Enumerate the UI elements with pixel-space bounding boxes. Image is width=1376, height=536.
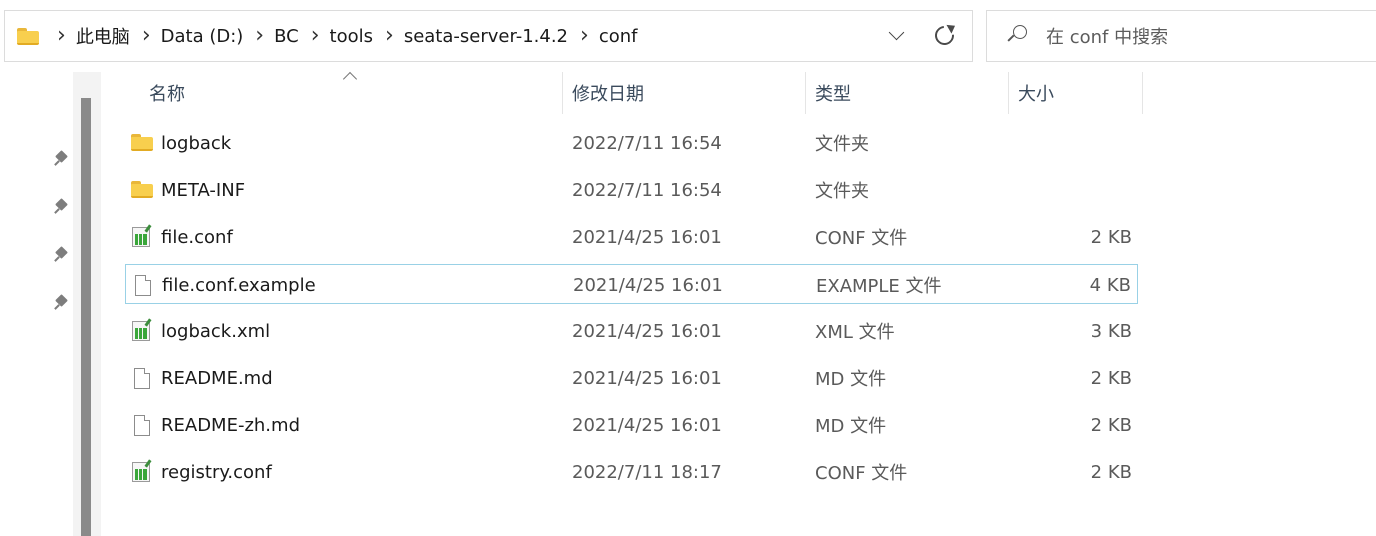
file-name: logback.xml (161, 320, 271, 342)
file-date: 2022/7/11 18:17 (572, 461, 722, 483)
chevron-right-icon[interactable] (142, 24, 151, 49)
blank-file-icon (132, 274, 154, 296)
conf-file-icon (131, 224, 153, 248)
column-header-type[interactable]: 类型 (815, 72, 851, 114)
file-date: 2022/7/11 16:54 (572, 179, 722, 201)
pin-icon[interactable] (52, 150, 68, 168)
file-type: XML 文件 (815, 322, 895, 343)
chevron-right-icon[interactable] (57, 24, 66, 49)
search-input[interactable]: 在 conf 中搜索 (986, 10, 1376, 62)
chevron-right-icon[interactable] (580, 24, 589, 49)
column-divider[interactable] (1142, 72, 1143, 114)
file-row[interactable]: file.conf 2021/4/25 16:01 CONF 文件 2 KB (125, 217, 1138, 257)
breadcrumb-item[interactable]: BC (274, 26, 299, 47)
file-row[interactable]: README.md 2021/4/25 16:01 MD 文件 2 KB (125, 358, 1138, 398)
file-row[interactable]: registry.conf 2022/7/11 18:17 CONF 文件 2 KB (125, 452, 1138, 492)
file-type: CONF 文件 (815, 463, 908, 484)
pin-icon[interactable] (52, 294, 68, 312)
file-name: file.conf.example (162, 274, 316, 296)
refresh-icon[interactable] (931, 21, 958, 49)
file-explorer-window: 此电脑 Data (D:) BC tools seata-server-1.4.… (0, 0, 1376, 536)
pin-icon[interactable] (52, 246, 68, 264)
pin-icon[interactable] (52, 198, 68, 216)
file-type: 文件夹 (815, 134, 869, 155)
file-type: MD 文件 (815, 369, 887, 390)
column-divider[interactable] (805, 72, 806, 114)
file-name: registry.conf (161, 461, 272, 483)
file-row[interactable]: logback.xml 2021/4/25 16:01 XML 文件 3 KB (125, 311, 1138, 351)
sort-ascending-icon (342, 71, 358, 87)
file-name: file.conf (161, 226, 233, 248)
file-type: MD 文件 (815, 416, 887, 437)
column-divider[interactable] (562, 72, 563, 114)
chevron-right-icon[interactable] (311, 24, 320, 49)
file-name: META-INF (161, 179, 246, 201)
column-header-size[interactable]: 大小 (1018, 72, 1054, 114)
folder-icon (131, 132, 153, 154)
file-row[interactable]: README-zh.md 2021/4/25 16:01 MD 文件 2 KB (125, 405, 1138, 445)
breadcrumb-item[interactable]: conf (599, 26, 638, 47)
breadcrumb-item[interactable]: tools (330, 26, 373, 47)
file-date: 2021/4/25 16:01 (572, 367, 722, 389)
file-date: 2021/4/25 16:01 (572, 320, 722, 342)
file-size: 3 KB (1090, 320, 1132, 342)
file-size: 2 KB (1090, 461, 1132, 483)
search-icon (1007, 25, 1029, 47)
breadcrumb-item[interactable]: seata-server-1.4.2 (404, 26, 568, 47)
folder-icon (131, 179, 153, 201)
file-date: 2022/7/11 16:54 (572, 132, 722, 154)
file-name: README.md (161, 367, 273, 389)
file-row[interactable]: META-INF 2022/7/11 16:54 文件夹 (125, 170, 1138, 210)
file-size: 4 KB (1089, 274, 1131, 296)
address-bar[interactable]: 此电脑 Data (D:) BC tools seata-server-1.4.… (4, 10, 973, 62)
folder-icon (17, 27, 41, 45)
blank-file-icon (131, 414, 153, 436)
file-size: 2 KB (1090, 414, 1132, 436)
file-type: EXAMPLE 文件 (816, 276, 942, 297)
column-header-name[interactable]: 名称 (149, 72, 185, 114)
file-size: 2 KB (1090, 226, 1132, 248)
file-row[interactable]: file.conf.example 2021/4/25 16:01 EXAMPLE … (125, 264, 1138, 304)
file-name: README-zh.md (161, 414, 300, 436)
search-placeholder: 在 conf 中搜索 (1046, 27, 1169, 48)
chevron-right-icon[interactable] (385, 24, 394, 49)
chevron-right-icon[interactable] (255, 24, 264, 49)
breadcrumb: 此电脑 Data (D:) BC tools seata-server-1.4.… (45, 23, 638, 49)
file-name: logback (161, 132, 232, 154)
column-header-date[interactable]: 修改日期 (572, 72, 644, 114)
file-type: CONF 文件 (815, 228, 908, 249)
scrollbar[interactable] (81, 98, 91, 536)
file-date: 2021/4/25 16:01 (572, 414, 722, 436)
conf-file-icon (131, 318, 153, 342)
file-size: 2 KB (1090, 367, 1132, 389)
file-type: 文件夹 (815, 181, 869, 202)
file-row[interactable]: logback 2022/7/11 16:54 文件夹 (125, 123, 1138, 163)
conf-file-icon (131, 459, 153, 483)
file-date: 2021/4/25 16:01 (572, 226, 722, 248)
file-date: 2021/4/25 16:01 (573, 274, 723, 296)
breadcrumb-item[interactable]: 此电脑 (76, 23, 130, 49)
chevron-down-icon[interactable] (886, 24, 910, 48)
blank-file-icon (131, 367, 153, 389)
column-divider[interactable] (1008, 72, 1009, 114)
breadcrumb-item[interactable]: Data (D:) (161, 26, 244, 47)
